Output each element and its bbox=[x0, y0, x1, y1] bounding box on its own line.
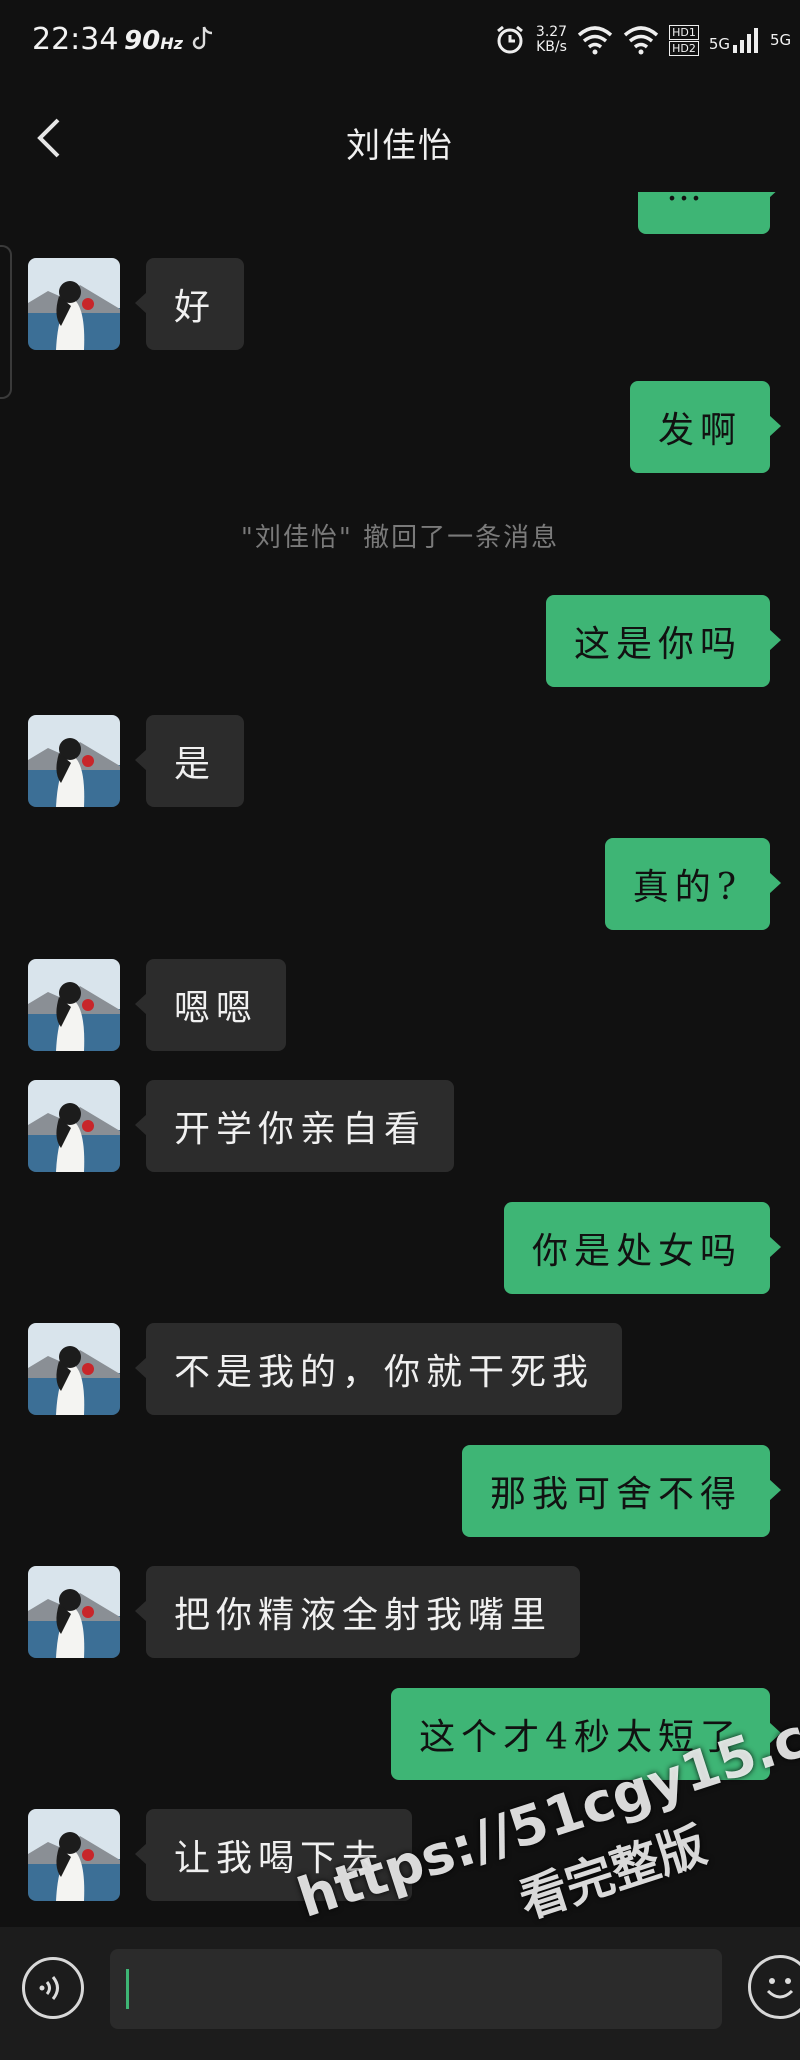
avatar[interactable] bbox=[28, 1566, 120, 1658]
message-row: 发啊 bbox=[0, 381, 800, 473]
message-row: 那我可舍不得 bbox=[0, 1445, 800, 1537]
message-row: … bbox=[0, 192, 800, 234]
incoming-bubble[interactable]: 好 bbox=[134, 258, 245, 350]
message-row: 不是我的，你就干死我 bbox=[0, 1323, 800, 1415]
signal-1: 5G bbox=[709, 27, 760, 53]
message-row: 嗯嗯 bbox=[0, 959, 800, 1051]
wifi-icon-2 bbox=[623, 26, 659, 55]
outgoing-bubble[interactable]: 发啊 bbox=[629, 381, 782, 473]
message-row: 真的? bbox=[0, 838, 800, 930]
system-notice: "刘佳怡" 撤回了一条消息 bbox=[240, 523, 560, 553]
incoming-bubble[interactable]: 是 bbox=[134, 715, 245, 807]
message-row: 好 bbox=[0, 258, 800, 350]
voice-icon bbox=[39, 1976, 59, 2000]
incoming-bubble[interactable]: 不是我的，你就干死我 bbox=[134, 1323, 623, 1415]
status-time: 22:34 bbox=[32, 22, 119, 57]
emoji-icon bbox=[766, 1978, 794, 1999]
incoming-bubble[interactable]: 把你精液全射我嘴里 bbox=[134, 1566, 581, 1658]
message-row: 这是你吗 bbox=[0, 595, 800, 687]
message-row: 把你精液全射我嘴里 bbox=[0, 1566, 800, 1658]
network-speed: 3.27 KB/s bbox=[535, 24, 568, 55]
signal-bars-icon bbox=[733, 28, 758, 53]
alarm-icon bbox=[496, 25, 523, 54]
voice-button[interactable] bbox=[22, 1957, 84, 2019]
avatar[interactable] bbox=[28, 715, 120, 807]
avatar[interactable] bbox=[28, 258, 120, 350]
message-row: 你是处女吗 bbox=[0, 1202, 800, 1294]
status-bar: 22:34 90Hz 3.27 KB/s HD1 HD2 5G 5G bbox=[0, 0, 800, 84]
message-row: 是 bbox=[0, 715, 800, 807]
outgoing-bubble[interactable]: … bbox=[638, 192, 781, 234]
hd-badge: HD1 HD2 bbox=[669, 24, 699, 56]
status-icons: 3.27 KB/s HD1 HD2 5G 5G bbox=[494, 18, 800, 62]
avatar[interactable] bbox=[28, 1323, 120, 1415]
text-caret bbox=[126, 1969, 129, 2009]
outgoing-bubble[interactable]: 那我可舍不得 bbox=[461, 1445, 782, 1537]
outgoing-bubble[interactable]: 你是处女吗 bbox=[503, 1202, 782, 1294]
avatar[interactable] bbox=[28, 1080, 120, 1172]
avatar[interactable] bbox=[28, 1809, 120, 1901]
incoming-bubble[interactable]: 嗯嗯 bbox=[134, 959, 287, 1051]
emoji-button[interactable] bbox=[748, 1955, 800, 2019]
incoming-bubble[interactable]: 开学你亲自看 bbox=[134, 1080, 455, 1172]
message-row: 开学你亲自看 bbox=[0, 1080, 800, 1172]
wifi-icon bbox=[577, 26, 613, 55]
refresh-rate: 90Hz bbox=[124, 26, 183, 56]
signal-2: 5G bbox=[770, 31, 792, 49]
chat-title: 刘佳怡 bbox=[346, 126, 454, 166]
chat-header: 刘佳怡 bbox=[0, 84, 800, 192]
outgoing-bubble[interactable]: 真的? bbox=[604, 838, 782, 930]
outgoing-bubble[interactable]: 这是你吗 bbox=[545, 595, 782, 687]
avatar[interactable] bbox=[28, 959, 120, 1051]
message-list[interactable]: … 好 发啊 "刘佳怡" 撤回了一条消息 这是你吗 是 真的? 嗯嗯 bbox=[0, 192, 800, 1927]
tiktok-icon bbox=[192, 26, 213, 50]
